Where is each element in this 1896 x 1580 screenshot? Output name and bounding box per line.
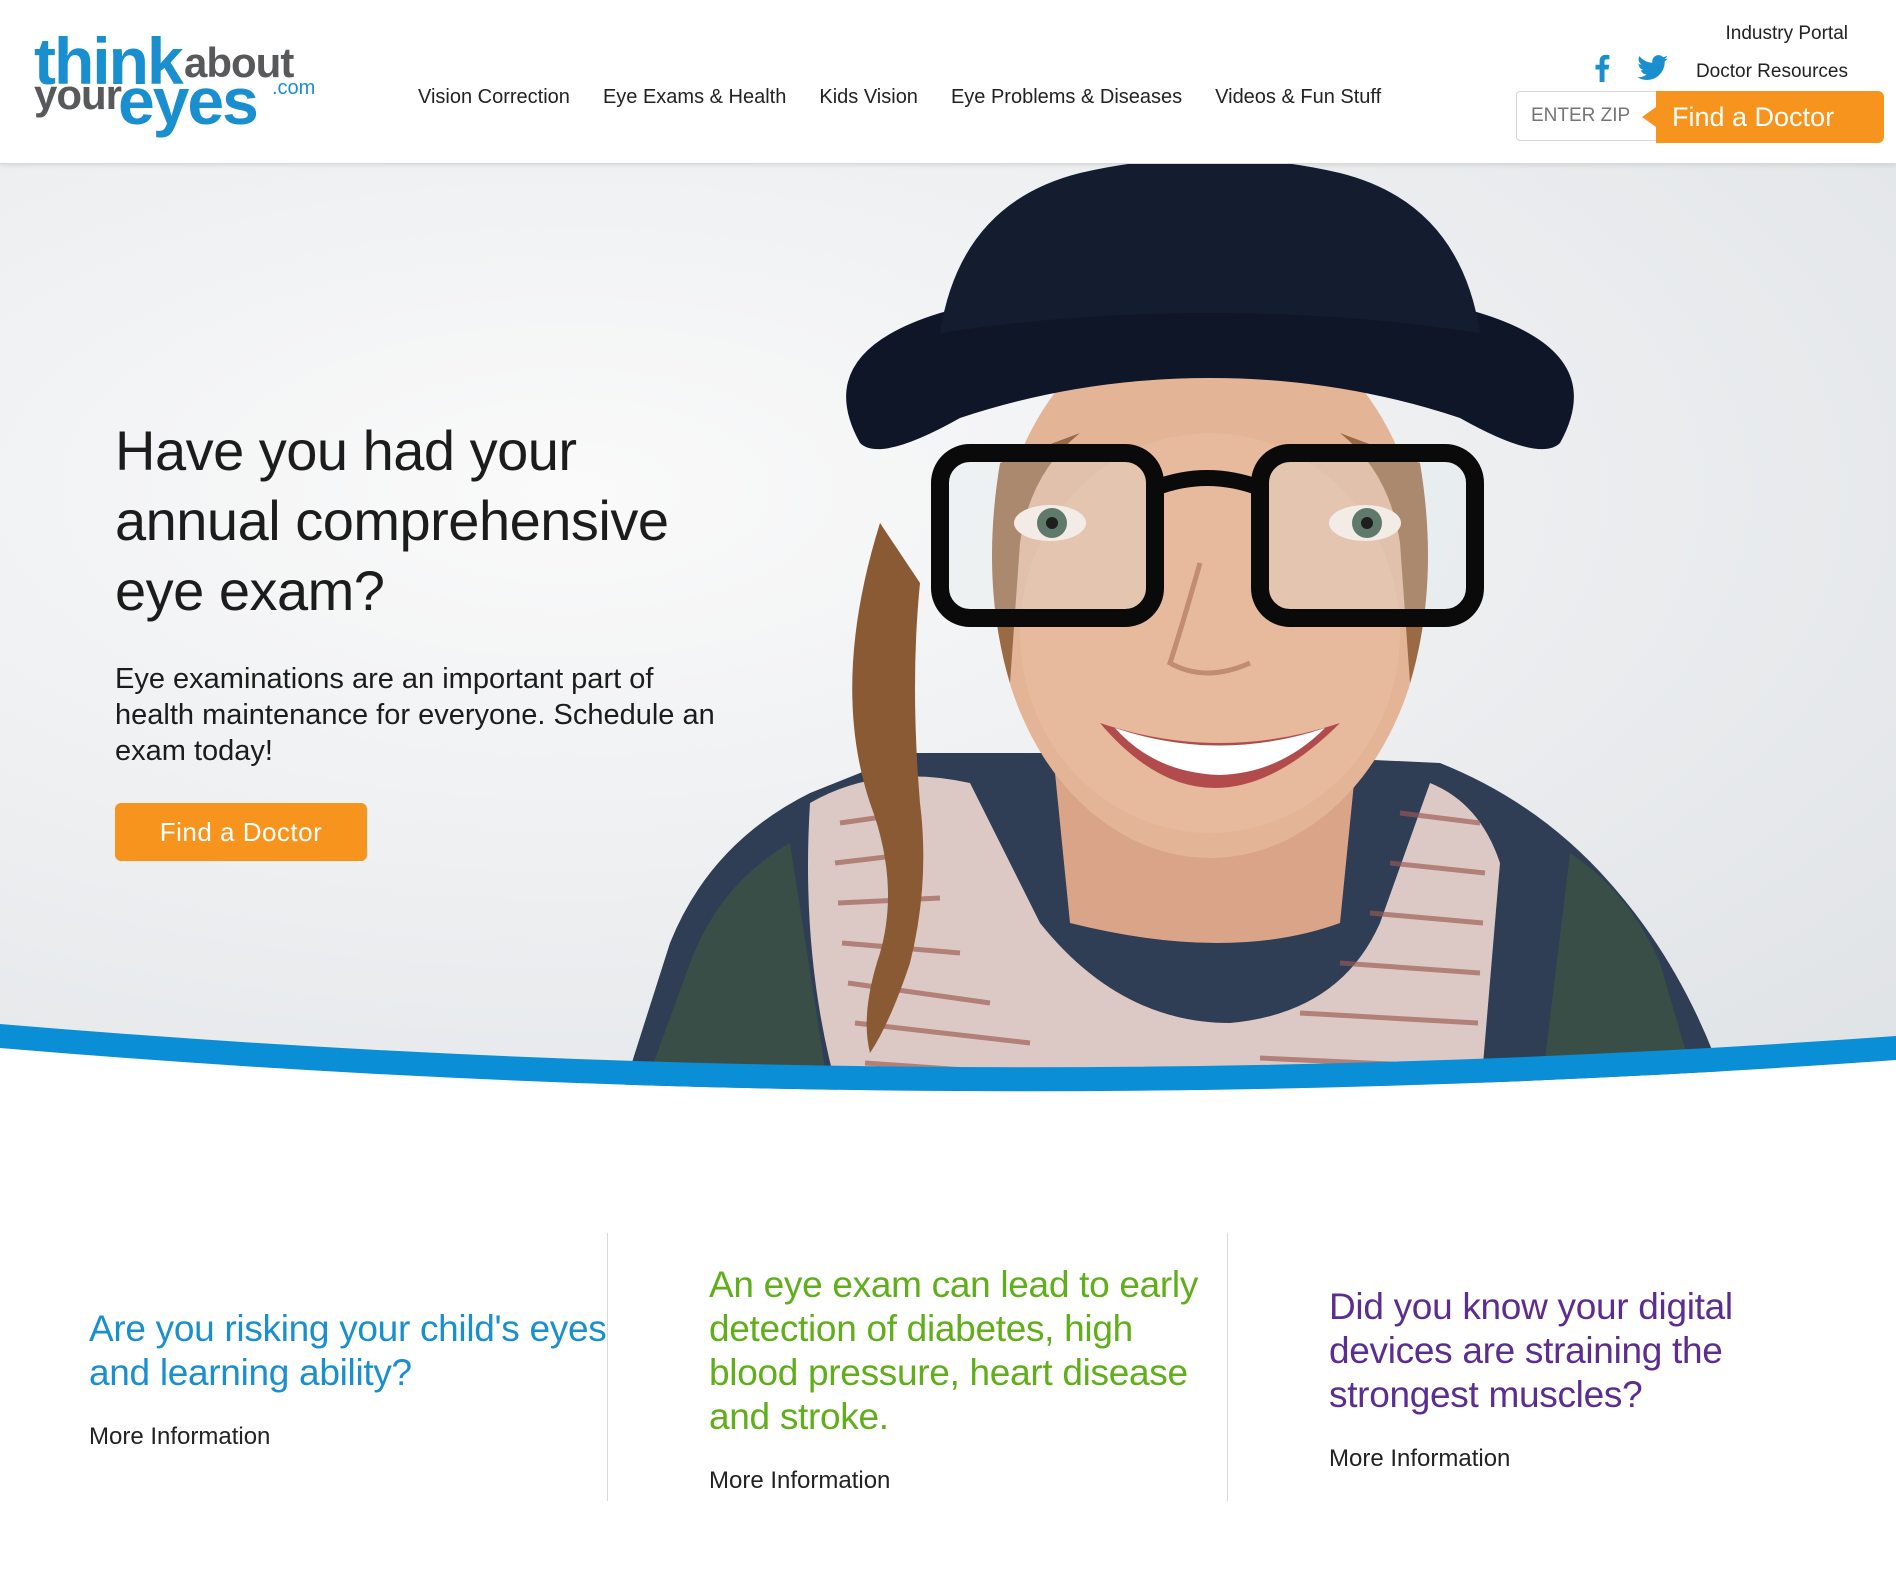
find-doctor-hero-button[interactable]: Find a Doctor (115, 803, 367, 861)
feature-kids-vision: Are you risking your child's eyes and le… (89, 1307, 609, 1451)
nav-item-eye-exams-health[interactable]: Eye Exams & Health (603, 86, 786, 109)
nav-item-eye-problems-diseases[interactable]: Eye Problems & Diseases (951, 86, 1182, 109)
find-doctor-header-button[interactable]: Find a Doctor (1656, 91, 1884, 143)
main-nav: Vision Correction Eye Exams & Health Kid… (418, 86, 1414, 109)
zip-arrow-icon (1642, 107, 1656, 127)
nav-item-vision-correction[interactable]: Vision Correction (418, 86, 570, 109)
site-logo[interactable]: think about your eyes .com (34, 24, 316, 138)
more-information-link[interactable]: More Information (89, 1423, 609, 1451)
doctor-resources-link[interactable]: Doctor Resources (1696, 61, 1848, 83)
industry-portal-link[interactable]: Industry Portal (1726, 23, 1849, 45)
logo-your: your (34, 71, 122, 118)
logo-eyes: eyes (118, 64, 259, 138)
more-information-link[interactable]: More Information (709, 1467, 1229, 1495)
feature-divider (607, 1233, 608, 1501)
hero-photo-woman-glasses (620, 163, 1730, 1100)
nav-item-kids-vision[interactable]: Kids Vision (819, 86, 918, 109)
hero-text: Eye examinations are an important part o… (115, 663, 715, 767)
feature-divider (1227, 1233, 1228, 1501)
feature-digital-devices: Did you know your digital devices are st… (1329, 1285, 1849, 1473)
nav-item-videos-fun-stuff[interactable]: Videos & Fun Stuff (1215, 86, 1381, 109)
more-information-link[interactable]: More Information (1329, 1445, 1849, 1473)
zip-input[interactable] (1516, 91, 1659, 141)
feature-headline: Are you risking your child's eyes and le… (89, 1308, 607, 1393)
zip-search: Find a Doctor (1516, 91, 1884, 143)
blue-swoosh-divider (0, 1024, 1896, 1110)
hero-banner: Have you had your annual comprehensive e… (0, 163, 1896, 1100)
feature-headline: Did you know your digital devices are st… (1329, 1286, 1733, 1415)
site-header: think about your eyes .com Vision Correc… (0, 0, 1896, 164)
facebook-icon[interactable] (1588, 53, 1616, 83)
logo-com: .com (272, 77, 316, 99)
feature-headline: An eye exam can lead to early detection … (709, 1264, 1199, 1437)
hero-title: Have you had your annual comprehensive e… (115, 419, 669, 622)
feature-early-detection: An eye exam can lead to early detection … (709, 1263, 1229, 1495)
twitter-icon[interactable] (1636, 53, 1670, 83)
